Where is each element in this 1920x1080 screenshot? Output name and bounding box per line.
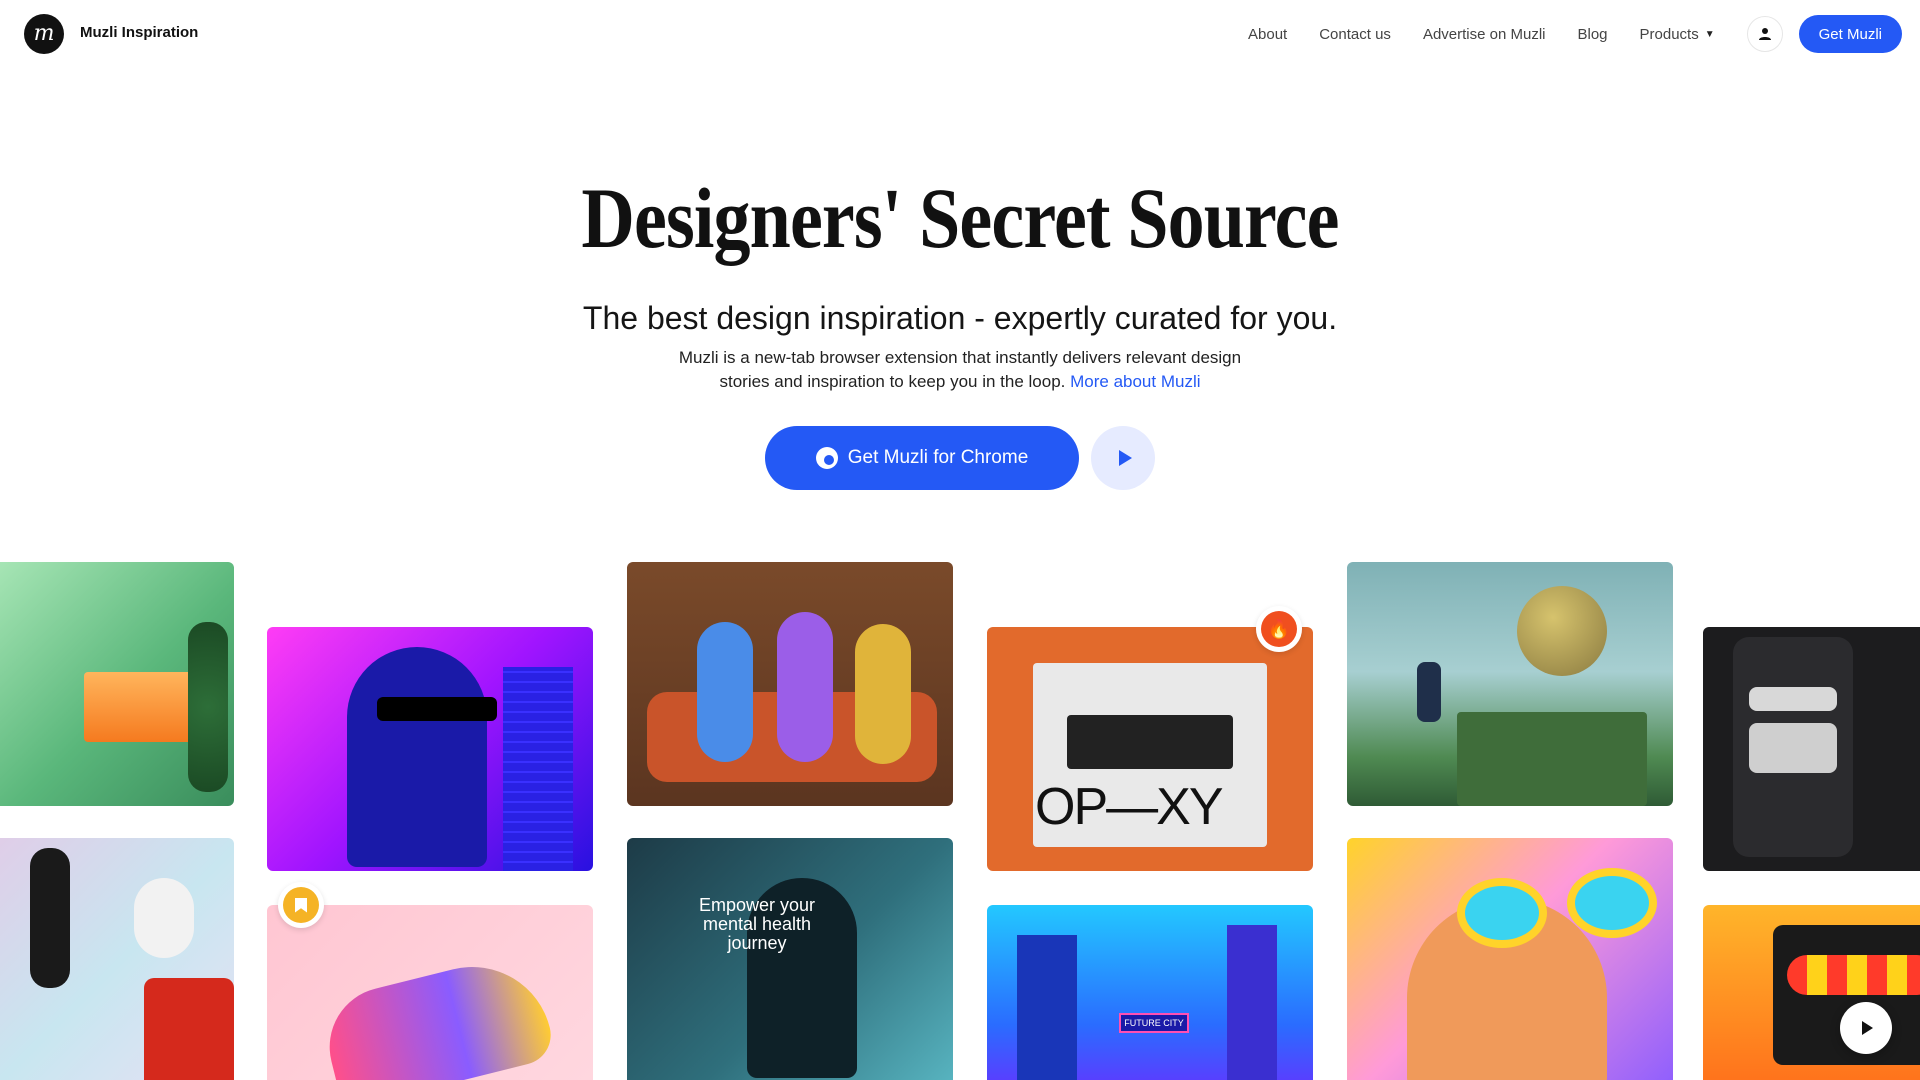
more-about-link[interactable]: More about Muzli [1070, 372, 1200, 391]
muzli-logo[interactable]: m [24, 14, 64, 54]
card-art [1749, 723, 1837, 773]
bookmark-shape [295, 897, 307, 913]
card-art [188, 622, 228, 792]
play-icon [1118, 450, 1132, 466]
gallery-card-planet-cliff[interactable] [1347, 562, 1673, 806]
saved-badge[interactable] [278, 882, 324, 928]
brand-name[interactable]: Muzli Inspiration [80, 24, 198, 41]
card-art [134, 878, 194, 958]
card-art [1457, 712, 1647, 806]
card-art [144, 978, 234, 1080]
card-art [503, 667, 573, 871]
bookmark-icon [283, 887, 319, 923]
card-art [377, 697, 497, 721]
nav-products-label: Products [1639, 25, 1699, 43]
nav-advertise[interactable]: Advertise on Muzli [1423, 26, 1546, 43]
card-art [1567, 868, 1657, 938]
gallery-card-sofa-characters[interactable] [627, 562, 953, 806]
site-header: m Muzli Inspiration About Contact us Adv… [0, 0, 1920, 68]
card-art [1417, 662, 1441, 722]
gallery-card-phone-ui[interactable] [1703, 627, 1920, 871]
gallery-card-sneaker[interactable] [267, 905, 593, 1080]
gallery-card-green-room[interactable] [0, 562, 234, 806]
card-art [1017, 935, 1077, 1080]
trending-badge: 🔥 [1256, 606, 1302, 652]
user-account-button[interactable] [1746, 16, 1783, 52]
gallery-card-fashion-cat[interactable] [0, 838, 234, 1080]
gallery-card-opxy[interactable]: OP—XY [987, 627, 1313, 871]
chevron-down-icon: ▼ [1704, 28, 1715, 40]
nav-about[interactable]: About [1248, 26, 1287, 43]
gallery-card-retro-computer[interactable] [1703, 905, 1920, 1080]
card-opxy-text: OP—XY [1035, 778, 1224, 836]
card-health-text: Empower your mental health journey [698, 895, 816, 953]
card-city-sign: FUTURE CITY [1119, 1013, 1189, 1033]
card-art [697, 622, 753, 762]
hero-subtitle: The best design inspiration - expertly c… [582, 300, 1338, 336]
card-art [777, 612, 833, 762]
card-art [1457, 878, 1547, 948]
hero-title: Designers' Secret Source [581, 170, 1339, 266]
main-nav: About Contact us Advertise on Muzli Blog… [1248, 14, 1902, 54]
gallery-card-neon-woman[interactable] [267, 627, 593, 871]
gallery-card-mental-health[interactable]: Empower your mental health journey [627, 838, 953, 1080]
fire-icon: 🔥 [1261, 611, 1297, 647]
card-art [1227, 925, 1277, 1080]
card-art [316, 950, 558, 1080]
card-art [347, 647, 487, 867]
floating-play-button[interactable] [1840, 1002, 1892, 1054]
play-icon [1862, 1021, 1873, 1035]
card-art [1749, 687, 1837, 711]
nav-products[interactable]: Products ▼ [1640, 26, 1715, 43]
get-chrome-button[interactable]: Get Muzli for Chrome [765, 426, 1079, 490]
gallery-card-future-city[interactable]: FUTURE CITY [987, 905, 1313, 1080]
play-video-button[interactable] [1091, 426, 1155, 490]
nav-contact[interactable]: Contact us [1319, 26, 1391, 43]
card-art [84, 672, 194, 742]
card-art [1067, 715, 1233, 769]
chrome-icon [815, 447, 838, 469]
gallery-card-pop-portrait[interactable] [1347, 838, 1673, 1080]
card-art [855, 624, 911, 764]
card-art [1787, 955, 1920, 995]
card-art [30, 848, 70, 988]
user-icon [1758, 28, 1771, 40]
nav-blog[interactable]: Blog [1578, 26, 1608, 43]
get-chrome-label: Get Muzli for Chrome [847, 447, 1029, 468]
hero-description: Muzli is a new-tab browser extension tha… [660, 346, 1260, 394]
get-muzli-button[interactable]: Get Muzli [1798, 15, 1902, 53]
card-art [1517, 586, 1607, 676]
